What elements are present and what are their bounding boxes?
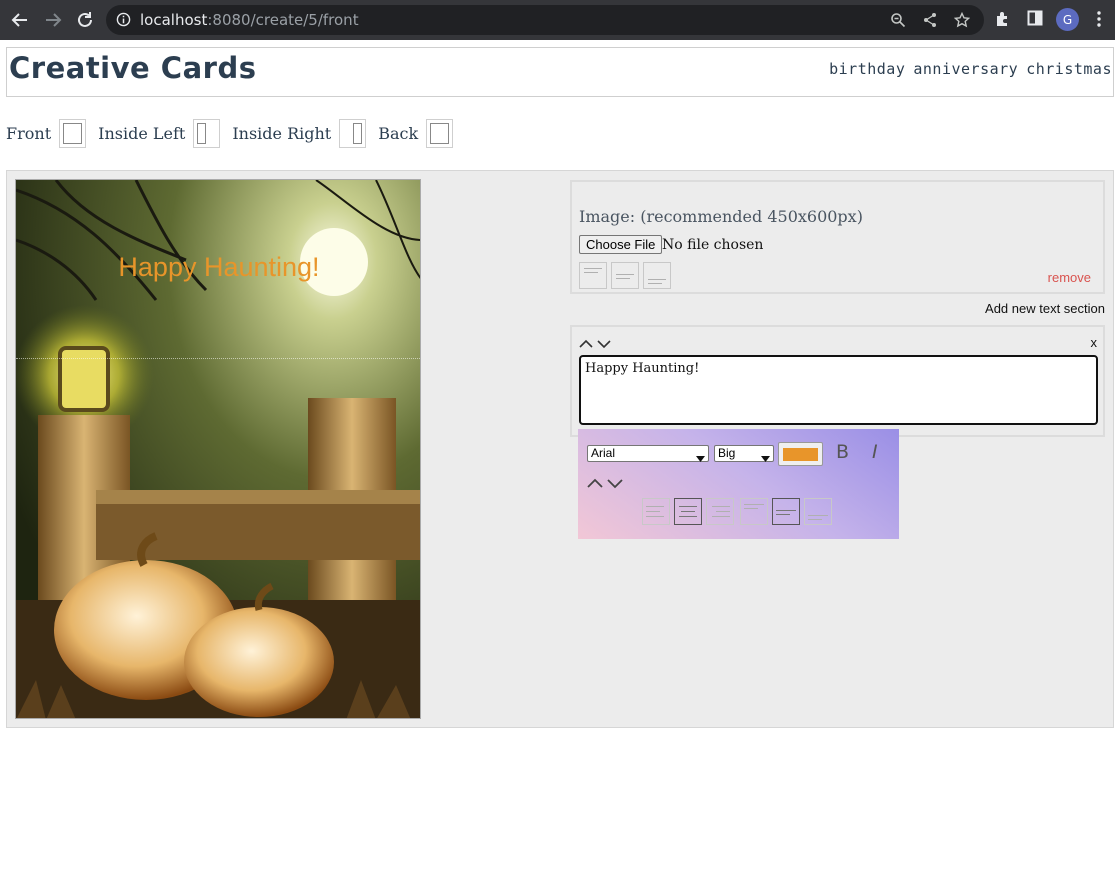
nav-christmas-link[interactable]: christmas: [1026, 60, 1112, 78]
address-bar[interactable]: localhost:8080/create/5/front: [106, 5, 984, 35]
chevron-down-icon: [696, 451, 705, 466]
image-align-bottom-button[interactable]: [643, 262, 671, 289]
text-section-textarea[interactable]: Happy Haunting!: [579, 355, 1098, 425]
bookmark-star-icon[interactable]: [953, 11, 971, 32]
remove-image-link[interactable]: remove: [1048, 270, 1091, 285]
image-align-top-button[interactable]: [579, 262, 607, 289]
more-menu-icon[interactable]: [1094, 10, 1104, 32]
italic-button[interactable]: I: [872, 441, 878, 463]
text-section-boundary: [16, 358, 420, 359]
site-info-icon[interactable]: [116, 12, 131, 31]
image-label: Image: (recommended 450x600px): [579, 207, 863, 226]
profile-avatar[interactable]: G: [1056, 8, 1079, 31]
side-panel-icon[interactable]: [1027, 10, 1043, 30]
page-label: Front: [6, 123, 52, 143]
text-section-panel: x Happy Haunting!: [570, 325, 1105, 437]
nav-birthday-link[interactable]: birthday: [829, 60, 905, 78]
page-thumb-back[interactable]: [426, 118, 454, 148]
add-text-section-button[interactable]: Add new text section: [985, 301, 1105, 316]
text-align-center-button[interactable]: [674, 498, 702, 525]
reload-icon[interactable]: [73, 8, 97, 32]
site-title[interactable]: Creative Cards: [9, 51, 256, 85]
page-selector: Front Inside Left Inside Right Back: [6, 118, 465, 148]
text-color-swatch: [783, 448, 818, 461]
page-thumb-front[interactable]: [59, 118, 87, 148]
browser-toolbar: localhost:8080/create/5/front G: [0, 0, 1115, 40]
move-up-icon[interactable]: [586, 475, 604, 494]
share-icon[interactable]: [922, 12, 938, 32]
image-align-middle-button[interactable]: [611, 262, 639, 289]
page-label: Inside Right: [232, 123, 332, 143]
text-align-left-button[interactable]: [642, 498, 670, 525]
delete-text-section-button[interactable]: x: [1091, 335, 1098, 350]
font-family-select[interactable]: Arial: [587, 445, 709, 462]
font-size-select[interactable]: Big: [714, 445, 774, 462]
no-file-text: No file chosen: [662, 237, 764, 253]
vertical-align-bottom-button[interactable]: [804, 498, 832, 525]
chevron-down-icon: [761, 451, 770, 466]
text-color-picker[interactable]: [778, 442, 823, 466]
url-text: localhost:8080/create/5/front: [140, 11, 359, 29]
section-move-arrows: [578, 335, 612, 354]
choose-file-button[interactable]: Choose File: [579, 235, 663, 254]
text-style-panel: Arial Big B I: [578, 429, 899, 539]
card-editor: Happy Haunting! Image: (recommended 450x…: [6, 170, 1114, 728]
back-icon[interactable]: [8, 8, 32, 32]
page-label: Back: [378, 123, 419, 143]
vertical-align-top-button[interactable]: [740, 498, 768, 525]
card-text-happy-haunting[interactable]: Happy Haunting!: [16, 252, 420, 283]
page-tab-inside-left[interactable]: Inside Left: [98, 118, 221, 148]
site-nav: birthday anniversary christmas: [829, 60, 1112, 78]
move-up-icon[interactable]: [578, 335, 594, 354]
page-thumb-inside-left[interactable]: [193, 118, 221, 148]
site-header: Creative Cards birthday anniversary chri…: [6, 47, 1114, 97]
text-align-group: [642, 498, 832, 525]
text-move-arrows: [586, 475, 624, 494]
zoom-icon[interactable]: [890, 12, 906, 32]
font-size-value: Big: [718, 446, 736, 460]
page-tab-back[interactable]: Back: [378, 118, 454, 148]
card-preview[interactable]: Happy Haunting!: [15, 179, 421, 719]
extensions-icon[interactable]: [994, 10, 1012, 32]
bold-button[interactable]: B: [836, 441, 849, 463]
nav-anniversary-link[interactable]: anniversary: [913, 60, 1018, 78]
page-tab-front[interactable]: Front: [6, 118, 87, 148]
image-panel: Image: (recommended 450x600px) Choose Fi…: [570, 180, 1105, 294]
move-down-icon[interactable]: [596, 335, 612, 354]
image-align-group: [579, 262, 671, 289]
page-label: Inside Left: [98, 123, 186, 143]
forward-icon[interactable]: [41, 8, 65, 32]
page-thumb-inside-right[interactable]: [339, 118, 367, 148]
move-down-icon[interactable]: [606, 475, 624, 494]
vertical-align-middle-button[interactable]: [772, 498, 800, 525]
page-tab-inside-right[interactable]: Inside Right: [232, 118, 367, 148]
text-align-right-button[interactable]: [706, 498, 734, 525]
font-family-value: Arial: [591, 446, 616, 460]
